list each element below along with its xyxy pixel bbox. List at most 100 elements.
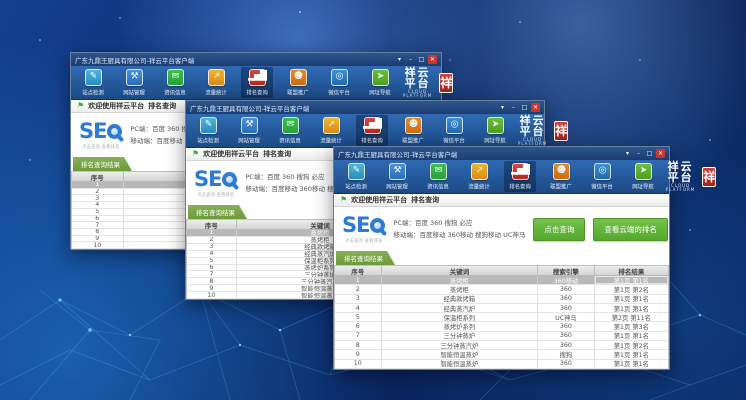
query-button[interactable]: 点击查询	[533, 218, 585, 241]
minimize-icon[interactable]: –	[634, 149, 643, 158]
maximize-icon[interactable]: □	[520, 103, 529, 112]
welcome-text: 欢迎使用祥云平台	[203, 149, 259, 159]
toolbar: ✎站点检测 ⚒网站管理 ✉资讯信息 ↗流量统计 ▂▅█ 排名查询 ☻联盟推广 ◎微信平台 ➤网址…	[71, 66, 441, 100]
toolbar-item-site-check[interactable]: ✎站点检测	[192, 115, 224, 146]
rank-query-icon: ▂▅█	[364, 117, 381, 134]
toolbar-item-rank-query[interactable]: ▂▅█ 排名查询	[241, 67, 273, 98]
table-header-row: 序号 关键词 搜索引擎 排名结果	[335, 266, 668, 276]
toolbar-item-site-manage[interactable]: ⚒网站管理	[118, 67, 150, 98]
welcome-text: 欢迎使用祥云平台	[88, 101, 144, 111]
minimize-icon[interactable]: –	[406, 55, 415, 64]
table-cell: 5	[72, 209, 124, 215]
toolbar-item-label: 流量统计	[468, 182, 490, 190]
table-cell: 1	[72, 182, 124, 188]
skin-icon[interactable]: ▾	[498, 103, 507, 112]
toolbar-item-site-nav[interactable]: ➤网址导航	[479, 115, 511, 146]
site-nav-icon: ➤	[372, 69, 389, 86]
seo-logo: SE 点击查询 查看排名	[194, 169, 237, 198]
toolbar-item-wechat-platform[interactable]: ◎微信平台	[438, 115, 470, 146]
flag-icon: ⚑	[192, 150, 199, 158]
cloud-rank-button[interactable]: 查看云端的排名	[593, 218, 668, 241]
toolbar-item-wechat-platform[interactable]: ◎微信平台	[586, 161, 618, 192]
table-row[interactable]: 5保温柜系列UC神马第2页 第11名	[335, 313, 668, 322]
table-cell: 10	[187, 292, 237, 298]
table-cell: 保温柜系列	[382, 313, 539, 321]
toolbar-item-traffic-stats[interactable]: ↗流量统计	[200, 67, 232, 98]
toolbar-item-label: 排名查询	[246, 88, 268, 96]
toolbar-item-site-check[interactable]: ✎站点检测	[340, 161, 372, 192]
seo-logo-text: SE	[79, 121, 106, 142]
skin-icon[interactable]: ▾	[623, 149, 632, 158]
toolbar-item-rank-query[interactable]: ▂▅█排名查询	[504, 161, 536, 192]
table-row[interactable]: 9智能恒温蒸炉搜狗第1页 第1名	[335, 350, 668, 359]
table-row[interactable]: 7三分钟蒸炉360第1页 第1名	[335, 332, 668, 341]
site-check-icon: ✎	[200, 117, 217, 134]
table-row[interactable]: 6蒸烤炉系列360第1页 第3名	[335, 322, 668, 331]
table-row[interactable]: 10智能恒温蒸炉360第1页 第1名	[335, 360, 668, 369]
toolbar-item-label: 流量统计	[320, 136, 342, 144]
close-icon[interactable]: ✕	[531, 103, 540, 112]
toolbar-item-traffic-stats[interactable]: ↗流量统计	[463, 161, 495, 192]
toolbar-item-traffic-stats[interactable]: ↗ 流量统计	[315, 115, 347, 146]
table-row[interactable]: 2蒸烤柜360第1页 第2名	[335, 285, 668, 294]
table-cell: 6	[335, 322, 382, 330]
table-cell: 5	[187, 258, 237, 264]
toolbar-item-site-check[interactable]: ✎站点检测	[77, 67, 109, 98]
toolbar-item-union-promo[interactable]: ☻联盟推广	[282, 67, 314, 98]
table-cell: 蒸烤柜	[382, 285, 539, 293]
toolbar-item-site-manage[interactable]: ⚒ 网站管理	[381, 161, 413, 192]
table-cell: 第1页 第1名	[595, 332, 668, 340]
table-cell: 第1页 第1名	[595, 276, 668, 284]
table-cell: 360	[538, 295, 595, 303]
toolbar-item-wechat-platform[interactable]: ◎微信平台	[323, 67, 355, 98]
toolbar-item-site-manage[interactable]: ⚒网站管理	[233, 115, 265, 146]
union-promo-glyph: ☻	[294, 73, 302, 82]
table-row[interactable]: 4经典蒸汽炉360第1页 第1名	[335, 304, 668, 313]
tab-rank-results[interactable]: 排名查询结果	[336, 251, 395, 265]
table-row[interactable]: 3经典款烤箱360第1页 第1名	[335, 295, 668, 304]
tab-rank-results[interactable]: 排名查询结果	[188, 205, 247, 219]
magnifier-icon	[370, 218, 385, 233]
table-cell: 5	[335, 313, 382, 321]
toolbar-item-news-info[interactable]: ✉资讯信息	[274, 115, 306, 146]
tab-rank-results[interactable]: 排名查询结果	[73, 157, 132, 171]
table-cell: 4	[72, 202, 124, 208]
toolbar-item-news-info[interactable]: ✉资讯信息	[159, 67, 191, 98]
toolbar-item-rank-query[interactable]: ▂▅█排名查询	[356, 115, 388, 146]
site-manage-glyph: ⚒	[130, 73, 137, 82]
traffic-stats-icon: ↗	[208, 69, 225, 86]
toolbar-item-site-nav[interactable]: ➤网址导航	[627, 161, 659, 192]
minimize-icon[interactable]: –	[509, 103, 518, 112]
toolbar-item-label: 网站管理	[238, 136, 260, 144]
table-cell: 9	[335, 350, 382, 358]
maximize-icon[interactable]: □	[417, 55, 426, 64]
toolbar-item-site-nav[interactable]: ➤网址导航	[364, 67, 396, 98]
toolbar-item-news-info[interactable]: ✉资讯信息	[422, 161, 454, 192]
table-cell: 9	[72, 236, 124, 242]
app-window-front: 广东九鼎王厨具有限公司-祥云平台客户端 ▾ – □ ✕ ✎站点检测⚒网站管理✉资…	[333, 146, 670, 370]
maximize-icon[interactable]: □	[645, 149, 654, 158]
news-info-icon: ✉	[167, 69, 184, 86]
table-row[interactable]: 1蒸烤柜360移动第1页 第1名	[335, 276, 668, 285]
toolbar-item-union-promo[interactable]: ☻联盟推广	[397, 115, 429, 146]
table-cell: 三分钟蒸汽炉	[382, 341, 539, 349]
toolbar-item-label: 网址导航	[484, 136, 506, 144]
toolbar-item-union-promo[interactable]: ☻联盟推广	[545, 161, 577, 192]
rank-query-icon: ▂▅█	[249, 69, 266, 86]
traffic-stats-icon: ↗	[323, 117, 340, 134]
close-icon[interactable]: ✕	[656, 149, 665, 158]
union-promo-icon: ☻	[290, 69, 307, 86]
site-manage-glyph: ⚒	[393, 167, 400, 176]
union-promo-icon: ☻	[405, 117, 422, 134]
toolbar-item-label: 网站管理	[386, 182, 408, 190]
skin-icon[interactable]: ▾	[395, 55, 404, 64]
seo-slogan: 点击查询 查看排名	[82, 143, 119, 149]
table-cell: 10	[72, 242, 124, 248]
seo-section: SE 点击查询 查看排名 PC端：百度 360 搜狗 必应 移动端：百度移动 3…	[334, 207, 669, 251]
table-cell: 4	[335, 304, 382, 312]
toolbar-item-label: 网址导航	[632, 182, 654, 190]
engine-info-mobile: 移动端：百度移动 360移动 搜狗移动 UC神马	[393, 229, 525, 241]
table-row[interactable]: 8三分钟蒸汽炉360第1页 第2名	[335, 341, 668, 350]
close-icon[interactable]: ✕	[428, 55, 437, 64]
traffic-stats-glyph: ↗	[328, 121, 335, 130]
